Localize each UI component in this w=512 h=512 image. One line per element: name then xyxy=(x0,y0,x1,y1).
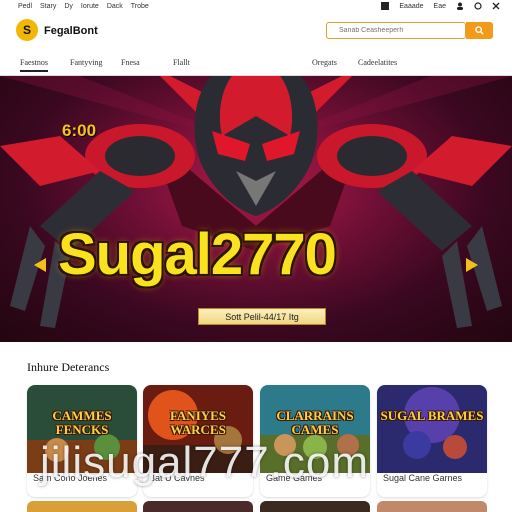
hero-cta-button[interactable]: Sott Pelil-44/17 Itg xyxy=(198,308,326,325)
carousel-prev-button[interactable] xyxy=(34,258,46,272)
next-row-card[interactable] xyxy=(27,501,137,512)
top-link[interactable]: Dy xyxy=(64,3,73,10)
nav-item[interactable]: Cadeelatites xyxy=(358,58,397,67)
nav-item[interactable]: Oregats xyxy=(312,58,337,67)
top-link[interactable]: Iorute xyxy=(81,3,99,10)
top-link[interactable]: Trobe xyxy=(131,3,149,10)
user-icon[interactable] xyxy=(456,2,464,10)
hero-banner[interactable]: 6:00 Sugal2770 Sott Pelil-44/17 Itg xyxy=(0,76,512,342)
next-row-card[interactable] xyxy=(377,501,487,512)
top-utility-bar: Pedl Stary Dy Iorute Dack Trobe Eaaade E… xyxy=(0,0,512,14)
top-right-tools: Eaaade Eae xyxy=(381,2,500,10)
game-thumbnail xyxy=(377,385,487,473)
settings-icon[interactable] xyxy=(474,2,482,10)
game-card[interactable]: SUGAL BRAMES Sugal Cane Garnes xyxy=(377,385,487,497)
grid-icon[interactable] xyxy=(381,2,390,10)
nav-item[interactable]: Faestnos xyxy=(20,58,48,72)
carousel-next-button[interactable] xyxy=(466,258,478,272)
close-icon[interactable] xyxy=(492,2,500,10)
search-button[interactable] xyxy=(466,22,493,39)
top-links: Pedl Stary Dy Iorute Dack Trobe xyxy=(18,3,149,10)
main-nav: Faestnos Fantyving Fnesa Flallt Oregats … xyxy=(0,52,512,76)
top-right-link[interactable]: Eae xyxy=(434,3,446,10)
next-row-card[interactable] xyxy=(260,501,370,512)
next-row-card[interactable] xyxy=(143,501,253,512)
search-icon xyxy=(475,26,484,35)
watermark: jilisugal777.com xyxy=(40,438,370,487)
nav-item[interactable]: Fantyving xyxy=(70,58,102,67)
card-label: Sugal Cane Garnes xyxy=(383,473,463,483)
site-logo[interactable]: S xyxy=(16,19,38,41)
hero-character-illustration xyxy=(0,76,512,328)
nav-item[interactable]: Flallt xyxy=(173,58,190,67)
card-image-title: FANIYES WARCES xyxy=(169,408,227,437)
hero-time: 6:00 xyxy=(62,121,97,140)
card-image-title: CLARRAINS CAMES xyxy=(276,408,354,437)
top-link[interactable]: Dack xyxy=(107,3,123,10)
card-image-title: CAMMES FENCKS xyxy=(52,408,112,437)
search-input[interactable] xyxy=(326,22,466,39)
top-link[interactable]: Stary xyxy=(40,3,56,10)
top-right-link[interactable]: Eaaade xyxy=(399,3,423,10)
card-image-title: SUGAL BRAMES xyxy=(380,408,484,423)
section-title: Inhure Deterancs xyxy=(27,360,110,374)
top-link[interactable]: Pedl xyxy=(18,3,32,10)
hero-title: Sugal2770 xyxy=(58,222,337,287)
brand-name[interactable]: FegalBont xyxy=(44,25,98,37)
site-header: S FegalBont xyxy=(0,14,512,52)
logo-letter: S xyxy=(22,23,31,37)
nav-item[interactable]: Fnesa xyxy=(121,58,140,67)
